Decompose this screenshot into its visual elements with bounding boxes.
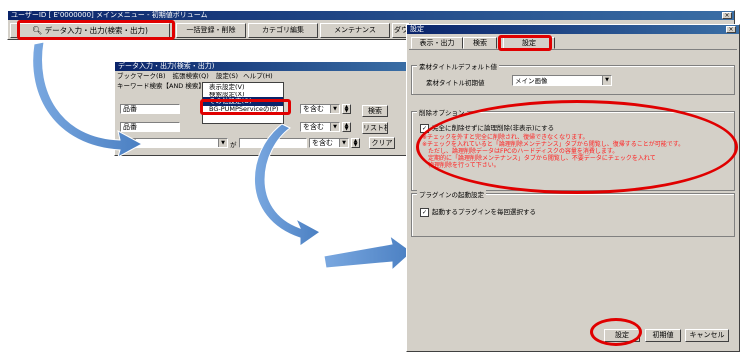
settings-dialog: 設定 × 表示・出力 検索 設定 素材タイトルデフォルト値 素材タイトル初期値 … <box>406 24 740 352</box>
plugin-select-option[interactable]: ✓ 起動するプラグインを毎回選択する <box>420 206 536 217</box>
delete-note-2: ※チェックを入れていると「論理削除メンテナンス」タブから閲覧し、復帰することが可… <box>422 141 685 148</box>
settings-close-button[interactable]: × <box>726 26 736 33</box>
delete-note-5: 物理削除を行って下さい。 <box>428 162 500 169</box>
plugin-select-checkbox[interactable]: ✓ <box>420 207 429 217</box>
material-title-select[interactable]: メイン画像 ▼ <box>512 75 612 86</box>
logical-delete-checkbox[interactable]: ✓ <box>420 123 429 133</box>
tab-display-output[interactable]: 表示・出力 <box>411 37 463 49</box>
delete-options-group: 削除オプション ✓ 完全に削除せずに論理削除(非表示)にする ※チェックを外すと完… <box>411 107 735 191</box>
material-title-group-label: 素材タイトルデフォルト値 <box>417 61 499 71</box>
delete-options-label: 削除オプション <box>417 107 467 117</box>
cancel-button[interactable]: キャンセル <box>685 329 729 342</box>
default-values-button[interactable]: 初期値 <box>645 329 681 342</box>
tab-search[interactable]: 検索 <box>463 37 497 49</box>
plugin-select-label: 起動するプラグインを毎回選択する <box>432 208 536 216</box>
material-title-field-label: 素材タイトル初期値 <box>426 79 485 87</box>
logical-delete-label: 完全に削除せずに論理削除(非表示)にする <box>432 124 555 132</box>
delete-note-3: ただし、論理削除データはFPCのハードディスクの容量を消費します。 <box>428 148 619 155</box>
delete-note-4: 定期的に「論理削除メンテナンス」タブから閲覧し、不要データにチェックを入れて <box>428 155 656 162</box>
arrow-1 <box>32 41 144 159</box>
plugin-startup-label: プラグインの起動設定 <box>417 189 486 199</box>
settings-dialog-titlebar: 設定 <box>407 25 739 34</box>
settings-dialog-title: 設定 <box>410 25 424 33</box>
chevron-down-icon[interactable]: ▼ <box>602 76 611 85</box>
delete-note-1: ※チェックを外すと完全に削除され、復帰できなくなります。 <box>422 134 589 141</box>
arrow-3 <box>323 234 413 272</box>
plugin-startup-group: プラグインの起動設定 ✓ 起動するプラグインを毎回選択する <box>411 189 735 237</box>
tab-divider <box>409 49 737 50</box>
logical-delete-option[interactable]: ✓ 完全に削除せずに論理削除(非表示)にする <box>420 122 554 133</box>
apply-settings-button[interactable]: 設定 <box>604 329 640 342</box>
material-title-group: 素材タイトルデフォルト値 素材タイトル初期値 メイン画像 ▼ <box>411 61 735 95</box>
tab-settings[interactable]: 設定 <box>503 37 555 49</box>
arrow-2 <box>254 123 321 247</box>
